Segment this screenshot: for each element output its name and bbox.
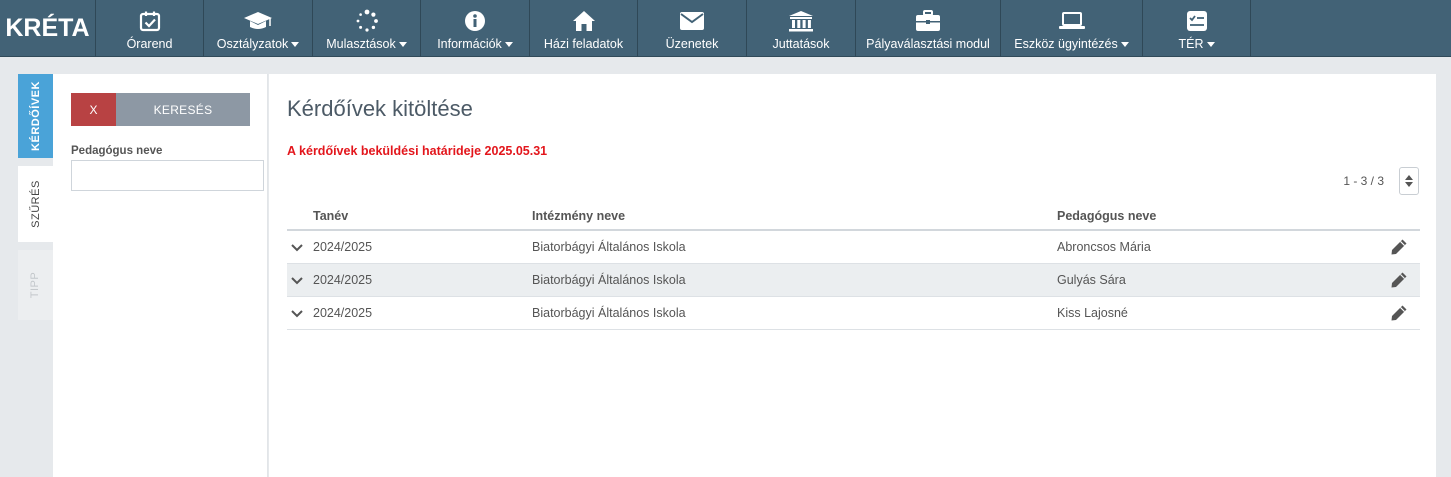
nav-label: Mulasztások <box>326 37 396 51</box>
main-content: Kérdőívek kitöltése A kérdőívek beküldés… <box>269 74 1436 477</box>
calendar-check-icon <box>139 9 161 33</box>
nav-label: Órarend <box>126 37 173 51</box>
chevron-down-icon[interactable] <box>291 307 303 321</box>
home-icon <box>572 9 596 33</box>
filter-panel: X KERESÉS Pedagógus neve <box>53 74 268 477</box>
checklist-icon <box>1186 9 1208 33</box>
caret-down-icon <box>291 42 300 47</box>
cell-institution: Biatorbágyi Általános Iskola <box>532 240 686 254</box>
page-title: Kérdőívek kitöltése <box>287 96 473 121</box>
tab-label: TIPP <box>29 271 42 299</box>
questionnaire-table: Tanév Intézmény neve Pedagógus neve 2024… <box>287 205 1420 330</box>
table-row: 2024/2025 Biatorbágyi Általános Iskola K… <box>287 297 1420 330</box>
nav-eszkoz-ugyintezes[interactable]: Eszköz ügyintézés <box>1001 0 1143 57</box>
nav-label: Osztályzatok <box>216 37 289 51</box>
tab-label: SZŰRÉS <box>29 180 42 228</box>
pager-info: 1 - 3 / 3 <box>1343 174 1384 188</box>
nav-juttatasok[interactable]: Juttatások <box>747 0 856 57</box>
teacher-name-label: Pedagógus neve <box>71 145 163 157</box>
tab-szures[interactable]: SZŰRÉS <box>18 166 53 242</box>
info-circle-icon <box>464 9 486 33</box>
table-header: Tanév Intézmény neve Pedagógus neve <box>287 205 1420 231</box>
pencil-icon[interactable] <box>1390 238 1408 259</box>
nav-label: Eszköz ügyintézés <box>1014 37 1118 51</box>
cell-year: 2024/2025 <box>313 273 373 287</box>
sort-icon <box>1405 175 1413 187</box>
nav-label: TÉR <box>1178 37 1204 51</box>
nav-uzenetek[interactable]: Üzenetek <box>638 0 747 57</box>
search-button[interactable]: KERESÉS <box>116 93 250 126</box>
chevron-down-icon[interactable] <box>291 241 303 255</box>
top-navigation: KRÉTA Órarend Osztályzatok Mulasztások I… <box>0 0 1451 57</box>
laptop-icon <box>1058 9 1086 33</box>
nav-palyavalasztasi-modul[interactable]: Pályaválasztási modul <box>856 0 1001 57</box>
cell-year: 2024/2025 <box>313 306 373 320</box>
nav-informaciok[interactable]: Információk <box>421 0 530 57</box>
caret-down-icon <box>1206 42 1215 47</box>
pencil-icon[interactable] <box>1390 271 1408 292</box>
cell-teacher: Gulyás Sára <box>1057 273 1126 287</box>
nav-orarend[interactable]: Órarend <box>96 0 204 57</box>
pencil-icon[interactable] <box>1390 304 1408 325</box>
teacher-name-input[interactable] <box>71 160 264 191</box>
cell-year: 2024/2025 <box>313 240 373 254</box>
tab-kerdoivek[interactable]: KÉRDŐÍVEK <box>18 74 53 158</box>
caret-down-icon <box>398 42 407 47</box>
caret-down-icon <box>504 42 513 47</box>
envelope-icon <box>679 9 705 33</box>
nav-label: Pályaválasztási modul <box>866 37 990 51</box>
cell-institution: Biatorbágyi Általános Iskola <box>532 306 686 320</box>
sort-toggle-button[interactable] <box>1399 167 1419 195</box>
header-institution[interactable]: Intézmény neve <box>532 209 625 223</box>
nav-mulasztasok[interactable]: Mulasztások <box>313 0 421 57</box>
deadline-notice: A kérdőívek beküldési határideje 2025.05… <box>287 144 548 158</box>
cell-teacher: Kiss Lajosné <box>1057 306 1128 320</box>
chevron-down-icon[interactable] <box>291 274 303 288</box>
nav-hazi-feladatok[interactable]: Házi feladatok <box>530 0 638 57</box>
nav-osztalyzatok[interactable]: Osztályzatok <box>204 0 313 57</box>
kreta-logo[interactable]: KRÉTA <box>0 0 96 57</box>
nav-ter[interactable]: TÉR <box>1143 0 1251 57</box>
table-row: 2024/2025 Biatorbágyi Általános Iskola G… <box>287 264 1420 297</box>
briefcase-icon <box>915 9 941 33</box>
nav-label: Információk <box>437 37 502 51</box>
tab-label: KÉRDŐÍVEK <box>29 81 42 151</box>
tab-tipp[interactable]: TIPP <box>18 250 53 320</box>
header-year[interactable]: Tanév <box>313 209 348 223</box>
header-teacher[interactable]: Pedagógus neve <box>1057 209 1156 223</box>
spinner-icon <box>355 9 379 33</box>
bank-icon <box>788 9 814 33</box>
graduation-cap-icon <box>243 9 273 33</box>
cell-institution: Biatorbágyi Általános Iskola <box>532 273 686 287</box>
cell-teacher: Abroncsos Mária <box>1057 240 1151 254</box>
table-row: 2024/2025 Biatorbágyi Általános Iskola A… <box>287 231 1420 264</box>
nav-label: Juttatások <box>772 37 830 51</box>
nav-label: Üzenetek <box>665 37 719 51</box>
caret-down-icon <box>1120 42 1129 47</box>
clear-filter-button[interactable]: X <box>71 93 116 126</box>
nav-label: Házi feladatok <box>543 37 624 51</box>
